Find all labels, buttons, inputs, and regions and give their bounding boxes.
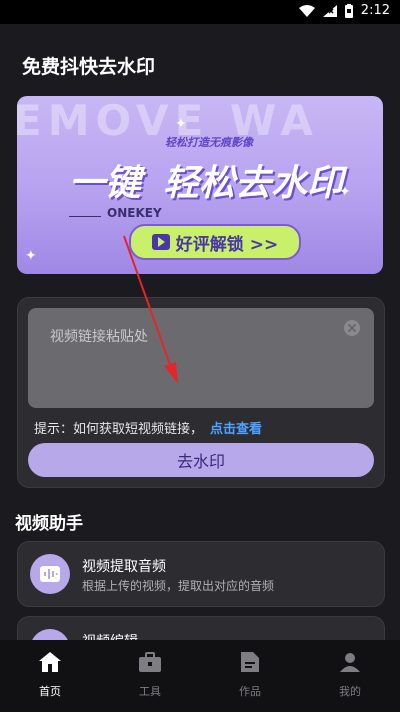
tab-works-label: 作品	[239, 685, 261, 698]
tab-tools-label: 工具	[139, 685, 161, 698]
banner-subtitle: 轻松打造无痕影像	[165, 136, 253, 149]
video-link-input[interactable]: 视频链接粘贴处	[28, 308, 374, 408]
video-link-placeholder: 视频链接粘贴处	[50, 329, 148, 345]
hint-link[interactable]: 点击查看	[210, 418, 262, 437]
watermark-panel: 视频链接粘贴处 提示：如何获取短视频链接， 点击查看 去水印	[17, 297, 385, 488]
section-title: 视频助手	[15, 514, 83, 534]
bottom-tab-bar: 首页 工具 作品 我的	[0, 640, 400, 712]
tab-home-label: 首页	[39, 685, 61, 698]
tab-works[interactable]: 作品	[218, 652, 282, 699]
banner-headline-right: 轻松去水印	[163, 163, 344, 204]
remove-watermark-button[interactable]: 去水印	[28, 443, 374, 477]
home-icon	[39, 652, 61, 675]
status-bar: 2:12	[0, 0, 400, 24]
signal-icon	[322, 4, 337, 17]
tool-card-desc: 根据上传的视频，提取出对应的音频	[82, 579, 275, 593]
unlock-button-label: 好评解锁 >>	[175, 234, 279, 255]
clock: 2:12	[360, 3, 390, 18]
play-icon	[151, 234, 170, 250]
sparkle-icon: ✦	[339, 184, 351, 200]
banner-headline-left: 一键	[69, 163, 142, 204]
hint-text: 提示：如何获取短视频链接，	[34, 422, 204, 437]
sparkle-icon: ✦	[175, 116, 187, 132]
banner-arrow-line	[69, 216, 101, 217]
tab-tools[interactable]: 工具	[118, 652, 182, 699]
user-icon	[340, 652, 360, 675]
tool-card-extract-audio[interactable]: 视频提取音频 根据上传的视频，提取出对应的音频	[17, 541, 385, 607]
document-icon	[241, 652, 259, 675]
clear-icon[interactable]	[344, 320, 360, 336]
battery-icon	[344, 3, 353, 18]
banner-onekey-text: ONEKEY	[107, 206, 162, 220]
page-title: 免费抖快去水印	[22, 56, 156, 78]
remove-watermark-label: 去水印	[176, 452, 225, 471]
sparkle-icon: ✦	[25, 248, 37, 264]
promo-banner[interactable]: EMOVE WA 轻松打造无痕影像 一键 轻松去水印 ONEKEY 好评解锁 >…	[17, 96, 383, 274]
tab-profile-label: 我的	[339, 685, 361, 698]
wifi-icon	[298, 4, 315, 17]
toolbox-icon	[139, 652, 161, 675]
tool-card-title: 视频提取音频	[82, 559, 166, 575]
status-icons: 2:12	[298, 3, 390, 18]
unlock-button[interactable]: 好评解锁 >>	[129, 224, 301, 260]
audio-wave-icon	[30, 554, 70, 594]
tab-home[interactable]: 首页	[18, 652, 82, 699]
tab-profile[interactable]: 我的	[318, 652, 382, 699]
